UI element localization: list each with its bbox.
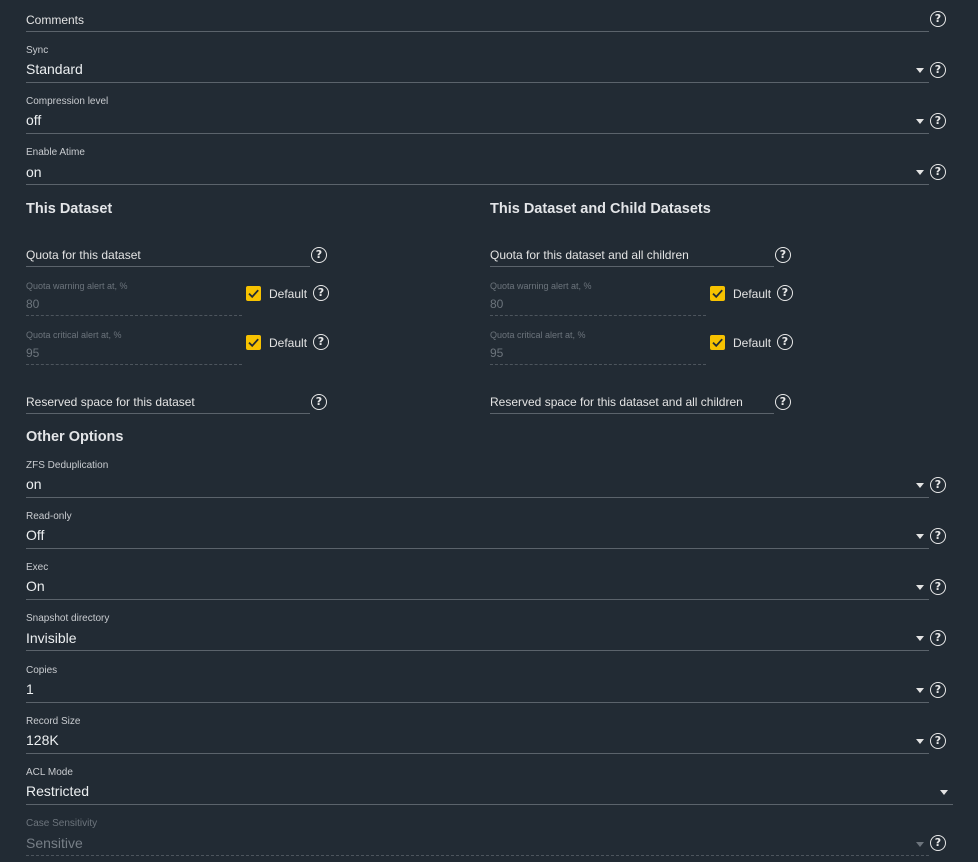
child-reserved-underline (490, 413, 774, 414)
default-label: Default (269, 336, 308, 350)
quota-critical-underline (26, 364, 242, 365)
this-dataset-title: This Dataset (26, 201, 113, 217)
sync-underline (26, 82, 929, 83)
recordsize-value: 128K (26, 732, 59, 748)
help-icon[interactable]: ? (930, 579, 946, 595)
exec-underline (26, 599, 929, 600)
chevron-down-icon (916, 585, 924, 590)
child-quota-warning-label: Quota warning alert at, % (490, 281, 592, 291)
checkbox-checked-icon[interactable] (246, 286, 261, 301)
chevron-down-icon (916, 739, 924, 744)
snapdir-label: Snapshot directory (26, 613, 110, 624)
reserved-label: Reserved space for this dataset (26, 395, 195, 409)
compression-label: Compression level (26, 96, 109, 107)
help-icon[interactable]: ? (930, 164, 946, 180)
sync-value: Standard (26, 61, 83, 77)
sync-label: Sync (26, 45, 49, 56)
exec-value: On (26, 578, 45, 594)
chevron-down-icon (916, 534, 924, 539)
atime-label: Enable Atime (26, 147, 85, 158)
chevron-down-icon (916, 636, 924, 641)
aclmode-value: Restricted (26, 783, 90, 799)
quota-warning-label: Quota warning alert at, % (26, 281, 128, 291)
reserved-underline (26, 413, 310, 414)
case-sensitivity-label: Case Sensitivity (26, 818, 98, 829)
readonly-label: Read-only (26, 511, 72, 522)
quota-critical-label: Quota critical alert at, % (26, 330, 122, 340)
help-icon[interactable]: ? (311, 247, 327, 263)
compression-value: off (26, 112, 42, 128)
checkbox-checked-icon[interactable] (246, 335, 261, 350)
quota-label: Quota for this dataset (26, 248, 141, 262)
quota-warning-value: 80 (26, 297, 40, 311)
checkbox-checked-icon[interactable] (710, 335, 725, 350)
child-datasets-title: This Dataset and Child Datasets (490, 201, 711, 217)
child-quota-label: Quota for this dataset and all children (490, 248, 689, 262)
help-icon[interactable]: ? (775, 247, 791, 263)
chevron-down-icon (916, 842, 924, 847)
dedup-underline (26, 497, 929, 498)
atime-value: on (26, 164, 42, 180)
child-quota-warning-underline (490, 315, 706, 316)
help-icon[interactable]: ? (313, 334, 329, 350)
readonly-value: Off (26, 527, 45, 543)
child-quota-critical-value: 95 (490, 346, 504, 360)
chevron-down-icon (916, 170, 924, 175)
aclmode-underline (26, 804, 953, 805)
quota-critical-value: 95 (26, 346, 40, 360)
snapdir-value: Invisible (26, 630, 77, 646)
checkbox-checked-icon[interactable] (710, 286, 725, 301)
comments-label: Comments (26, 13, 85, 27)
chevron-down-icon (916, 68, 924, 73)
atime-underline (26, 184, 929, 185)
help-icon[interactable]: ? (930, 630, 946, 646)
help-icon[interactable]: ? (930, 62, 946, 78)
case-sensitivity-underline (26, 855, 929, 856)
chevron-down-icon (916, 483, 924, 488)
chevron-down-icon (916, 688, 924, 693)
copies-value: 1 (26, 681, 34, 697)
dedup-value: on (26, 476, 42, 492)
child-quota-underline (490, 266, 774, 267)
help-icon[interactable]: ? (777, 334, 793, 350)
aclmode-label: ACL Mode (26, 767, 73, 778)
copies-underline (26, 702, 929, 703)
copies-label: Copies (26, 665, 58, 676)
help-icon[interactable]: ? (930, 528, 946, 544)
case-sensitivity-value: Sensitive (26, 835, 83, 851)
help-icon[interactable]: ? (777, 285, 793, 301)
help-icon[interactable]: ? (775, 394, 791, 410)
chevron-down-icon (916, 119, 924, 124)
chevron-down-icon (940, 790, 948, 795)
child-quota-critical-underline (490, 364, 706, 365)
help-icon[interactable]: ? (311, 394, 327, 410)
help-icon[interactable]: ? (930, 477, 946, 493)
snapdir-underline (26, 650, 929, 651)
child-quota-warning-value: 80 (490, 297, 504, 311)
default-label: Default (733, 336, 772, 350)
default-label: Default (733, 287, 772, 301)
recordsize-underline (26, 753, 929, 754)
help-icon[interactable]: ? (930, 682, 946, 698)
quota-underline (26, 266, 310, 267)
default-label: Default (269, 287, 308, 301)
quota-warning-underline (26, 315, 242, 316)
recordsize-label: Record Size (26, 716, 81, 727)
readonly-underline (26, 548, 929, 549)
help-icon[interactable]: ? (313, 285, 329, 301)
other-options-title: Other Options (26, 429, 124, 445)
child-reserved-label: Reserved space for this dataset and all … (490, 395, 743, 409)
dedup-label: ZFS Deduplication (26, 460, 109, 471)
help-icon[interactable]: ? (930, 11, 946, 27)
child-quota-critical-label: Quota critical alert at, % (490, 330, 586, 340)
help-icon[interactable]: ? (930, 835, 946, 851)
help-icon[interactable]: ? (930, 733, 946, 749)
compression-underline (26, 133, 929, 134)
comments-underline (26, 31, 929, 32)
help-icon[interactable]: ? (930, 113, 946, 129)
exec-label: Exec (26, 562, 49, 573)
